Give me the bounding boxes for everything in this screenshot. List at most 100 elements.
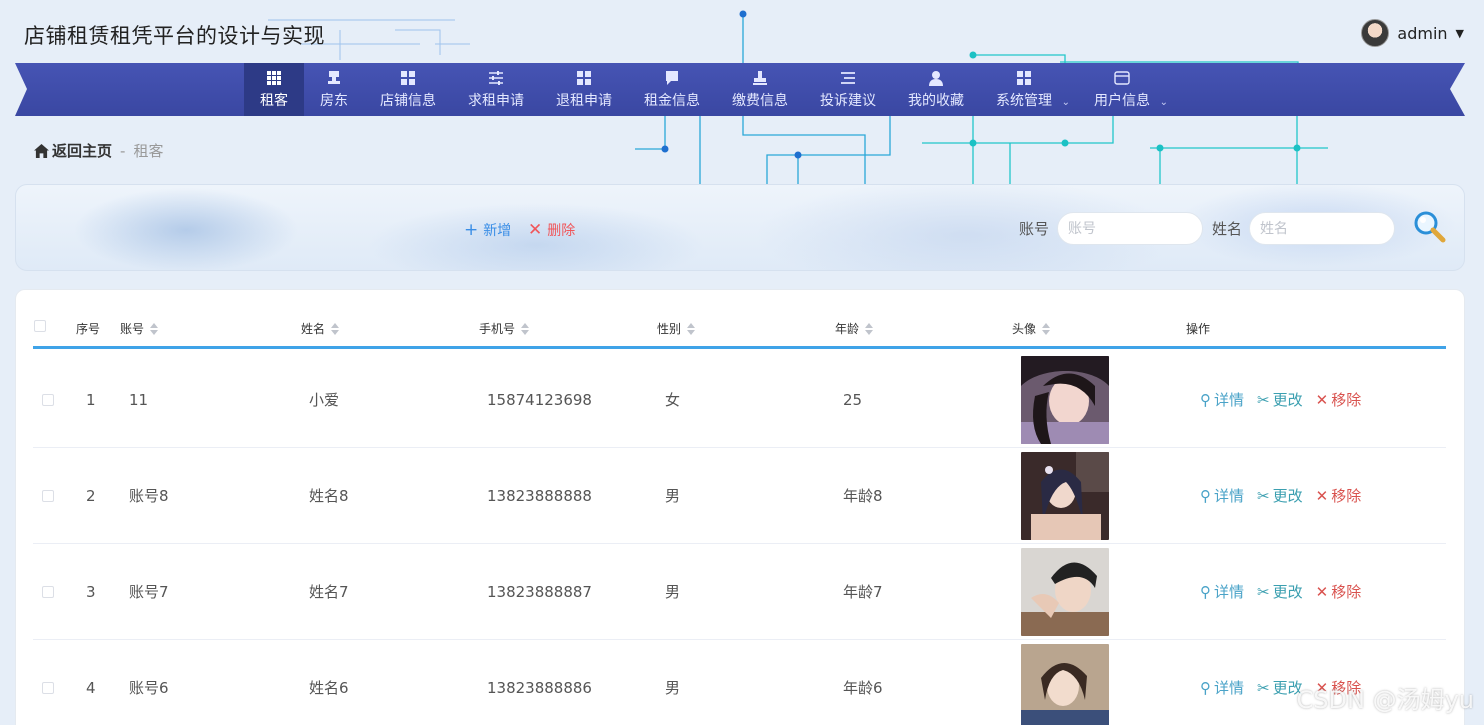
nav-label: 租客 <box>260 92 288 109</box>
name-input[interactable] <box>1249 212 1395 245</box>
edit-button[interactable]: ✂ 更改 <box>1257 581 1303 602</box>
cell-index: 1 <box>86 390 96 409</box>
checkbox[interactable] <box>42 393 54 406</box>
cell-gender: 男 <box>665 679 681 697</box>
th-gender[interactable]: 性别 <box>657 320 696 337</box>
cell-index: 4 <box>86 678 96 697</box>
table-row: 4 账号6 姓名6 13823888886 男 年龄6 ⚲ 详情 ✂ 更改 ✕ 移除 <box>33 640 1446 725</box>
row-actions: ⚲ 详情 ✂ 更改 ✕ 移除 <box>1200 352 1361 447</box>
th-index: 序号 <box>76 322 101 336</box>
nav-item-rent-info[interactable]: 租金信息 <box>628 63 716 116</box>
list-icon <box>841 71 855 84</box>
nav-item-shop-info[interactable]: 店铺信息 <box>364 63 452 116</box>
th-avatar[interactable]: 头像 <box>1012 320 1051 337</box>
edit-icon: ✂ <box>1257 582 1270 601</box>
avatar-photo[interactable] <box>1021 355 1109 444</box>
avatar-photo[interactable] <box>1021 547 1109 636</box>
cell-phone: 13823888887 <box>487 582 592 601</box>
edit-icon: ✂ <box>1257 390 1270 409</box>
nav-item-payment-info[interactable]: 缴费信息 <box>716 63 804 116</box>
nav-item-complaints[interactable]: 投诉建议 <box>804 63 892 116</box>
row-checkbox[interactable] <box>42 544 54 639</box>
breadcrumb-home[interactable]: 返回主页 <box>34 140 112 161</box>
sort-icon[interactable] <box>1042 322 1051 335</box>
close-icon: ✕ <box>1315 486 1329 505</box>
magnifier-icon <box>1414 211 1446 243</box>
th-age[interactable]: 年龄 <box>835 320 874 337</box>
nav-item-tenant[interactable]: 租客 <box>244 63 304 116</box>
nav-item-landlord[interactable]: 房东 <box>304 63 364 116</box>
sort-icon[interactable] <box>865 322 874 335</box>
detail-icon: ⚲ <box>1200 390 1211 409</box>
th-phone[interactable]: 手机号 <box>479 320 530 337</box>
nav-item-return-request[interactable]: 退租申请 <box>540 63 628 116</box>
grid-icon <box>577 70 591 85</box>
th-account-label: 账号 <box>120 322 145 336</box>
close-icon: ✕ <box>1315 390 1329 409</box>
app-title: 店铺租赁租凭平台的设计与实现 <box>24 24 325 48</box>
nav-item-user-info[interactable]: 用户信息 ⌄ <box>1078 63 1176 116</box>
add-button[interactable]: + 新增 <box>464 220 511 240</box>
breadcrumb-current: 租客 <box>133 142 164 160</box>
cell-phone: 13823888886 <box>487 678 592 697</box>
detail-button[interactable]: ⚲ 详情 <box>1200 389 1244 410</box>
nav-item-rent-request[interactable]: 求租申请 <box>452 63 540 116</box>
checkbox[interactable] <box>42 585 54 598</box>
nav-label: 房东 <box>320 92 348 109</box>
nav-item-system-management[interactable]: 系统管理 ⌄ <box>980 63 1078 116</box>
cell-age: 25 <box>843 390 863 409</box>
th-age-label: 年龄 <box>835 322 860 336</box>
cell-phone: 15874123698 <box>487 390 592 409</box>
th-actions: 操作 <box>1186 322 1211 336</box>
tenant-table: 序号 账号 姓名 手机号 性别 年龄 头像 操作 1 11 小爱 1587412… <box>15 289 1465 725</box>
delete-button-label: 删除 <box>547 223 576 239</box>
stamp-icon <box>328 70 340 84</box>
th-gender-label: 性别 <box>657 322 682 336</box>
remove-button[interactable]: ✕ 移除 <box>1316 389 1362 410</box>
cell-index: 3 <box>86 582 96 601</box>
row-checkbox[interactable] <box>42 640 54 725</box>
cell-name: 小爱 <box>309 391 340 409</box>
edit-button[interactable]: ✂ 更改 <box>1257 485 1303 506</box>
account-input[interactable] <box>1057 212 1203 245</box>
chevron-down-icon: ⌄ <box>1159 97 1168 108</box>
edit-button[interactable]: ✂ 更改 <box>1257 389 1303 410</box>
close-icon: ✕ <box>528 220 543 240</box>
breadcrumb-home-label: 返回主页 <box>52 142 113 160</box>
sort-icon[interactable] <box>521 322 530 335</box>
detail-button[interactable]: ⚲ 详情 <box>1200 581 1244 602</box>
remove-button[interactable]: ✕ 移除 <box>1316 485 1362 506</box>
checkbox[interactable] <box>42 681 54 694</box>
detail-label: 详情 <box>1214 679 1245 697</box>
main-nav: 租客 房东 店铺信息 求租申请 退租申请 租金信息 缴费信息 投诉建议 我的收藏… <box>244 63 1176 116</box>
sort-icon[interactable] <box>150 322 159 335</box>
remove-label: 移除 <box>1331 391 1362 409</box>
sort-icon[interactable] <box>687 322 696 335</box>
delete-button[interactable]: ✕ 删除 <box>528 220 575 240</box>
name-label: 姓名 <box>1212 220 1243 238</box>
checkbox[interactable] <box>34 320 46 332</box>
edit-label: 更改 <box>1272 487 1303 505</box>
detail-icon: ⚲ <box>1200 678 1211 697</box>
cell-phone: 13823888888 <box>487 486 592 505</box>
sort-icon[interactable] <box>331 322 340 335</box>
checkbox[interactable] <box>42 489 54 502</box>
detail-button[interactable]: ⚲ 详情 <box>1200 677 1244 698</box>
nav-item-favorites[interactable]: 我的收藏 <box>892 63 980 116</box>
avatar-photo[interactable] <box>1021 451 1109 540</box>
cell-gender: 男 <box>665 583 681 601</box>
remove-label: 移除 <box>1331 583 1362 601</box>
nav-label: 缴费信息 <box>732 92 788 109</box>
detail-button[interactable]: ⚲ 详情 <box>1200 485 1244 506</box>
row-checkbox[interactable] <box>42 448 54 543</box>
th-name[interactable]: 姓名 <box>301 320 340 337</box>
cell-name: 姓名8 <box>309 487 349 505</box>
avatar-photo[interactable] <box>1021 643 1109 725</box>
search-button[interactable] <box>1412 209 1448 245</box>
select-all-checkbox[interactable] <box>34 320 46 332</box>
th-account[interactable]: 账号 <box>120 320 159 337</box>
user-menu[interactable]: admin ▼ <box>1361 18 1464 48</box>
th-name-label: 姓名 <box>301 322 326 336</box>
row-checkbox[interactable] <box>42 352 54 447</box>
remove-button[interactable]: ✕ 移除 <box>1316 581 1362 602</box>
